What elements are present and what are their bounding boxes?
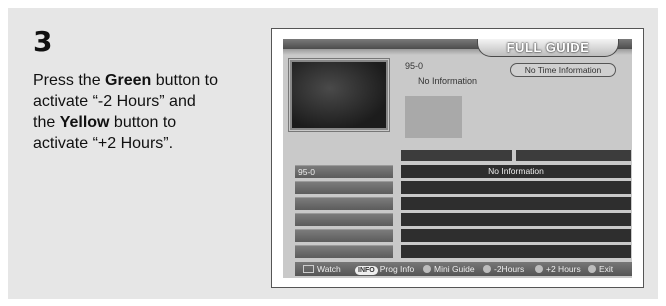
instruction-text: Press the <box>33 72 106 89</box>
instruction-text: activate “-2 Hours” and <box>33 93 196 110</box>
channel-cell[interactable] <box>295 245 393 258</box>
prog-info-label: Prog Info <box>379 264 415 274</box>
plus-hours-hint: +2 Hours <box>535 262 581 276</box>
time-slot-header <box>401 150 512 161</box>
program-thumbnail <box>405 96 462 138</box>
red-button-icon <box>423 265 431 273</box>
step-instruction: Press the Green button to activate “-2 H… <box>33 70 263 154</box>
instruction-text: button to <box>151 72 218 89</box>
mini-guide-hint: Mini Guide <box>423 262 475 276</box>
program-cell[interactable] <box>401 181 631 194</box>
step-number: 3 <box>33 25 53 58</box>
program-cell[interactable] <box>401 245 631 258</box>
instruction-text: button to <box>109 114 177 131</box>
instruction-text: the <box>33 114 60 131</box>
exit-label: Exit <box>599 264 614 274</box>
program-cell[interactable]: No Information <box>401 165 631 178</box>
instruction-text: activate “+2 Hours”. <box>33 135 174 152</box>
program-cell[interactable] <box>401 213 631 226</box>
guide-title: FULL GUIDE <box>506 40 590 55</box>
info-button-icon: INFO <box>355 266 378 275</box>
info-channel: 95-0 <box>405 61 424 71</box>
mini-guide-label: Mini Guide <box>434 264 475 274</box>
minus-hours-hint: -2Hours <box>483 262 524 276</box>
minus-hours-label: -2Hours <box>494 264 525 274</box>
video-preview <box>290 60 388 130</box>
channel-cell[interactable] <box>295 197 393 210</box>
yellow-button-label: Yellow <box>59 114 110 131</box>
channel-cell[interactable] <box>295 181 393 194</box>
enter-icon <box>303 265 314 273</box>
guide-title-tab: FULL GUIDE <box>477 39 619 57</box>
program-cell[interactable] <box>401 229 631 242</box>
full-guide-screen: FULL GUIDE 95-0 No Information No Time I… <box>283 39 632 278</box>
watch-label: Watch <box>317 264 341 274</box>
tv-screenshot-frame: FULL GUIDE 95-0 No Information No Time I… <box>271 28 644 288</box>
exit-hint: Exit <box>588 262 613 276</box>
time-slot-header <box>516 150 631 161</box>
program-cell[interactable] <box>401 197 631 210</box>
channel-cell[interactable] <box>295 229 393 242</box>
guide-footer-bar: Watch INFO Prog Info Mini Guide -2Hours +… <box>295 262 632 276</box>
channel-cell[interactable]: 95-0 <box>295 165 393 178</box>
watch-hint: Watch <box>303 262 341 276</box>
info-text: No Information <box>418 76 478 86</box>
blue-button-icon <box>588 265 596 273</box>
yellow-button-icon <box>535 265 543 273</box>
green-button-label: Green <box>105 72 152 89</box>
prog-info-hint: INFO Prog Info <box>355 262 414 276</box>
channel-cell[interactable] <box>295 213 393 226</box>
time-info-badge: No Time Information <box>510 63 616 77</box>
plus-hours-label: +2 Hours <box>546 264 581 274</box>
green-button-icon <box>483 265 491 273</box>
